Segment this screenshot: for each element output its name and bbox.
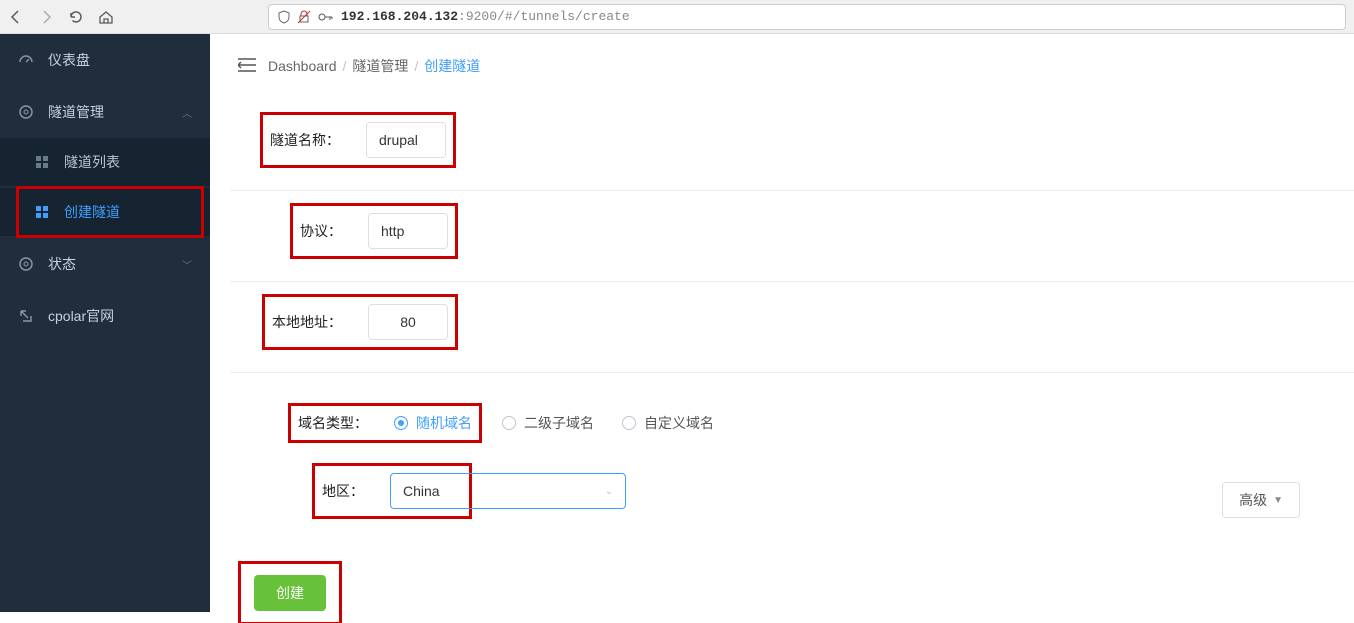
value-local-addr: 80 xyxy=(400,314,416,330)
sidebar-item-tunnel-list[interactable]: 隧道列表 xyxy=(0,138,210,186)
breadcrumb: Dashboard / 隧道管理 / 创建隧道 xyxy=(268,56,480,76)
crumb-dashboard[interactable]: Dashboard xyxy=(268,58,337,74)
label-protocol: 协议： xyxy=(300,221,356,241)
gauge-icon xyxy=(18,52,34,68)
advanced-label: 高级 xyxy=(1239,490,1267,510)
sidebar-label: 隧道列表 xyxy=(64,152,120,172)
key-icon xyxy=(317,10,333,24)
caret-down-icon: ▼ xyxy=(1273,495,1283,506)
row-tunnel-name: 隧道名称： drupal xyxy=(262,114,1326,166)
radio-icon xyxy=(622,416,636,430)
browser-toolbar: 192.168.204.132:9200/#/tunnels/create xyxy=(0,0,1354,34)
input-local-addr[interactable]: 80 xyxy=(368,304,448,340)
value-protocol: http xyxy=(381,223,404,239)
sidebar-item-create-tunnel[interactable]: 创建隧道 xyxy=(0,188,210,236)
crumb-create: 创建隧道 xyxy=(424,56,480,76)
sidebar-label: 状态 xyxy=(48,254,76,274)
circle-icon xyxy=(18,104,34,120)
select-region-hlpart: China xyxy=(390,473,470,509)
row-local-addr: 本地地址： 80 xyxy=(264,296,1326,348)
sidebar: 仪表盘 隧道管理 ︿ 隧道列表 创建隧道 状态 ﹀ cpolar官网 xyxy=(0,34,210,612)
radio-random-domain[interactable]: 随机域名 xyxy=(394,413,472,433)
separator: / xyxy=(414,58,418,74)
radio-custom-domain[interactable]: 自定义域名 xyxy=(622,413,714,433)
input-tunnel-name[interactable]: drupal xyxy=(366,122,446,158)
external-link-icon xyxy=(18,308,34,324)
sidebar-item-cpolar[interactable]: cpolar官网 xyxy=(0,290,210,342)
app-shell: 仪表盘 隧道管理 ︿ 隧道列表 创建隧道 状态 ﹀ cpolar官网 xyxy=(0,34,1354,612)
breadcrumb-row: Dashboard / 隧道管理 / 创建隧道 xyxy=(238,46,1326,86)
create-button[interactable]: 创建 xyxy=(254,575,326,611)
select-region[interactable]: ⌄ xyxy=(466,473,626,509)
grid-icon xyxy=(34,154,50,170)
sidebar-label: cpolar官网 xyxy=(48,306,114,326)
radio-subdomain[interactable]: 二级子域名 xyxy=(502,413,594,433)
row-region: 地区： China ⌄ xyxy=(314,465,1326,517)
radio-icon xyxy=(502,416,516,430)
nav-controls xyxy=(8,9,114,25)
sidebar-label: 仪表盘 xyxy=(48,50,90,70)
radio-label: 随机域名 xyxy=(416,413,472,433)
shield-icon xyxy=(277,10,291,24)
label-region: 地区： xyxy=(322,481,378,501)
sidebar-label: 创建隧道 xyxy=(64,202,120,222)
label-local-addr: 本地地址： xyxy=(272,312,356,332)
chevron-down-icon: ⌄ xyxy=(605,486,613,497)
label-tunnel-name: 隧道名称： xyxy=(270,130,354,150)
sidebar-label: 隧道管理 xyxy=(48,102,104,122)
chevron-down-icon: ﹀ xyxy=(182,257,192,272)
crumb-tunnel-mgmt[interactable]: 隧道管理 xyxy=(352,56,408,76)
main-panel: Dashboard / 隧道管理 / 创建隧道 隧道名称： drupal 协议：… xyxy=(210,34,1354,612)
value-region: China xyxy=(403,483,440,499)
value-protocol-box: http xyxy=(368,213,448,249)
separator: / xyxy=(343,58,347,74)
sidebar-item-tunnel-mgmt[interactable]: 隧道管理 ︿ xyxy=(0,86,210,138)
advanced-button[interactable]: 高级 ▼ xyxy=(1222,482,1300,518)
sidebar-item-dashboard[interactable]: 仪表盘 xyxy=(0,34,210,86)
menu-toggle-icon[interactable] xyxy=(238,58,256,75)
circle-icon xyxy=(18,256,34,272)
forward-icon[interactable] xyxy=(38,9,54,25)
row-domain-type: 域名类型： 随机域名 二级子域名 自定义域名 xyxy=(290,405,1326,441)
back-icon[interactable] xyxy=(8,9,24,25)
url-text: 192.168.204.132:9200/#/tunnels/create xyxy=(341,9,630,24)
chevron-down-icon: ⌄ xyxy=(581,226,589,237)
radio-label: 自定义域名 xyxy=(644,413,714,433)
chevron-up-icon: ︿ xyxy=(182,105,192,120)
row-protocol: 协议： http ⌄ xyxy=(292,205,1326,257)
radio-icon xyxy=(394,416,408,430)
lock-strike-icon xyxy=(297,10,311,24)
sidebar-item-status[interactable]: 状态 ﹀ xyxy=(0,238,210,290)
url-bar[interactable]: 192.168.204.132:9200/#/tunnels/create xyxy=(268,4,1346,30)
reload-icon[interactable] xyxy=(68,9,84,25)
radio-label: 二级子域名 xyxy=(524,413,594,433)
label-domain-type: 域名类型： xyxy=(298,413,382,433)
home-icon[interactable] xyxy=(98,9,114,25)
create-label: 创建 xyxy=(276,585,304,601)
url-security-icons xyxy=(277,10,333,24)
grid-icon xyxy=(34,204,50,220)
value-tunnel-name: drupal xyxy=(379,132,418,148)
